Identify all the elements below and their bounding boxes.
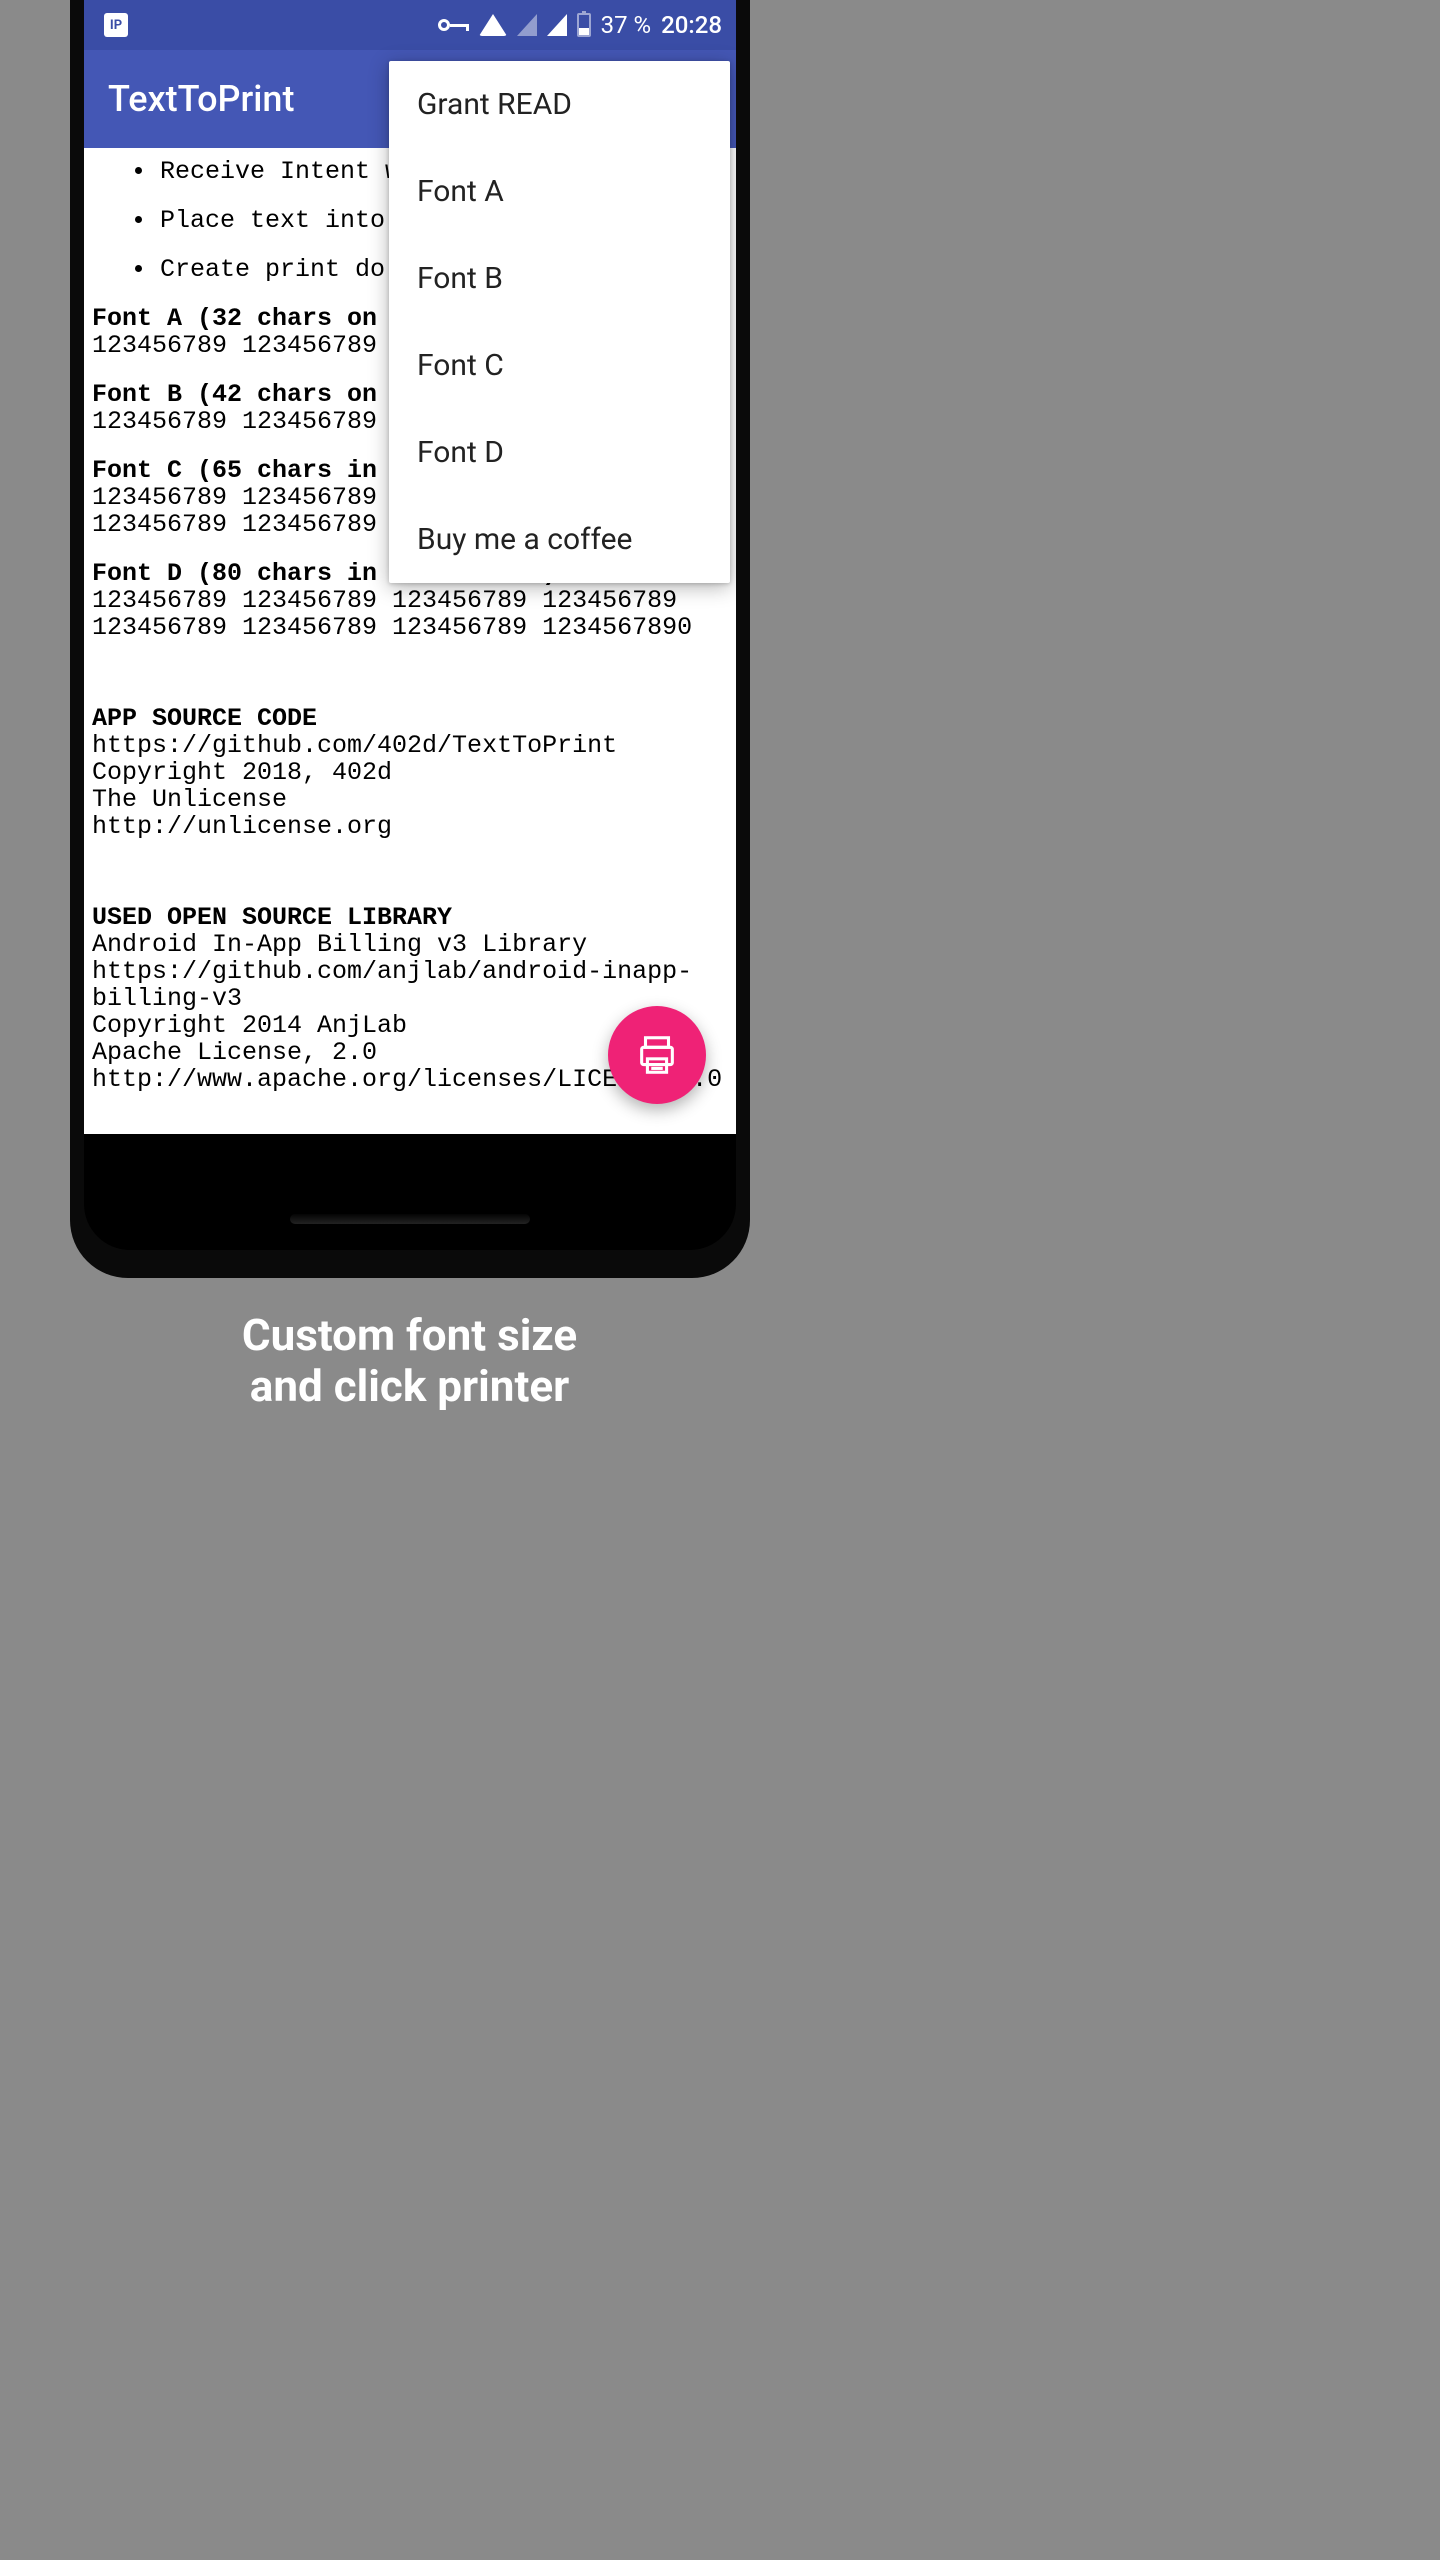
overflow-menu: Grant READ Font A Font B Font C Font D B… — [389, 61, 730, 583]
caption-line1: Custom font size — [0, 1310, 819, 1361]
source-line: Copyright 2018, 402d — [92, 759, 728, 786]
battery-percent: 37 % — [601, 11, 652, 39]
library-line: Android In-App Billing v3 Library — [92, 931, 728, 958]
library-heading: USED OPEN SOURCE LIBRARY — [92, 904, 728, 931]
phone-inner: IP 37 % 20:28 TextToPrint — [84, 0, 736, 1250]
promo-caption: Custom font size and click printer — [0, 1310, 819, 1411]
caption-line2: and click printer — [0, 1361, 819, 1412]
status-bar: IP 37 % 20:28 — [84, 0, 736, 50]
clock-time: 20:28 — [661, 11, 722, 39]
source-heading: APP SOURCE CODE — [92, 705, 728, 732]
signal-icon-2 — [547, 14, 567, 36]
source-line: http://unlicense.org — [92, 813, 728, 840]
menu-font-d[interactable]: Font D — [389, 409, 730, 496]
font-d-sample: 123456789 123456789 123456789 1234567890 — [92, 614, 728, 641]
printer-icon — [634, 1032, 680, 1078]
menu-font-c[interactable]: Font C — [389, 322, 730, 409]
source-line: The Unlicense — [92, 786, 728, 813]
wifi-icon — [479, 14, 507, 36]
status-icons: 37 % 20:28 — [438, 11, 722, 39]
menu-buy-coffee[interactable]: Buy me a coffee — [389, 496, 730, 583]
ip-indicator-icon: IP — [104, 13, 128, 37]
library-line: https://github.com/anjlab/android-inapp-… — [92, 958, 728, 1012]
signal-icon-1 — [517, 14, 537, 36]
phone-speaker — [290, 1214, 530, 1224]
vpn-key-icon — [438, 19, 469, 31]
menu-font-b[interactable]: Font B — [389, 235, 730, 322]
phone-frame: IP 37 % 20:28 TextToPrint — [70, 0, 750, 1278]
app-title: TextToPrint — [108, 78, 294, 120]
print-fab[interactable] — [608, 1006, 706, 1104]
menu-grant-read[interactable]: Grant READ — [389, 61, 730, 148]
menu-font-a[interactable]: Font A — [389, 148, 730, 235]
battery-icon — [577, 13, 591, 37]
font-d-sample: 123456789 123456789 123456789 123456789 — [92, 587, 728, 614]
source-line: https://github.com/402d/TextToPrint — [92, 732, 728, 759]
source-section: APP SOURCE CODE https://github.com/402d/… — [92, 705, 728, 840]
screen: IP 37 % 20:28 TextToPrint — [84, 0, 736, 1134]
